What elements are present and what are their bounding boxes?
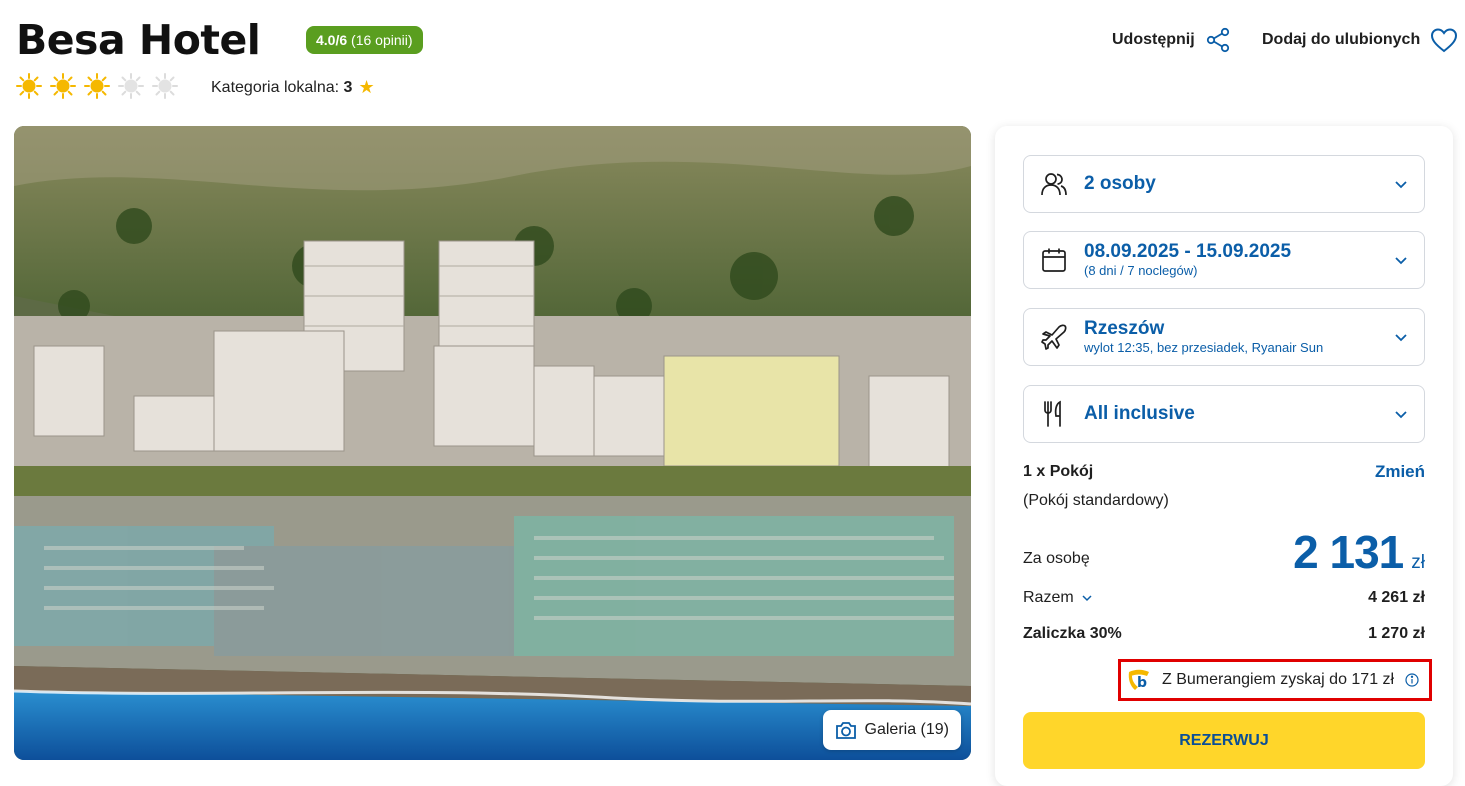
hotel-beach-image [14,126,971,760]
per-person-label: Za osobę [1023,550,1090,567]
favorites-label: Dodaj do ulubionych [1262,31,1421,48]
departure-select[interactable]: Rzeszów wylot 12:35, bez przesiadek, Rya… [1023,308,1425,366]
svg-text:b: b [1137,675,1147,691]
dates-value: 08.09.2025 - 15.09.2025 [1084,241,1292,262]
share-label: Udostępnij [1112,31,1195,48]
chevron-down-icon [1395,256,1407,264]
chevron-down-icon [1082,594,1092,601]
hotel-photo[interactable]: Galeria (19) [14,126,971,760]
per-person-row: Za osobę 2 131 zł [1023,526,1425,578]
info-icon[interactable] [1405,673,1419,687]
dates-sub: (8 dni / 7 noclegów) [1084,263,1198,278]
share-icon [1206,27,1229,53]
sun-filled-icon [50,73,76,99]
room-count: 1 x Pokój [1023,463,1094,480]
total-value: 4 261 zł [1368,589,1425,606]
heart-icon [1431,28,1458,53]
sun-filled-icon [16,73,42,99]
board-value: All inclusive [1084,403,1195,424]
deposit-value: 1 270 zł [1368,625,1425,642]
room-type: (Pokój standardowy) [1023,492,1169,509]
reserve-button[interactable]: REZERWUJ [1023,712,1425,769]
hotel-title: Besa Hotel [16,16,261,64]
bumerang-text: Z Bumerangiem zyskaj do 171 zł [1162,671,1395,688]
board-select[interactable]: All inclusive [1023,385,1425,443]
plane-icon [1041,324,1067,350]
departure-sub: wylot 12:35, bez przesiadek, Ryanair Sun [1084,340,1324,355]
local-category: Kategoria lokalna: 3 ★ [211,77,375,98]
sun-filled-icon [84,73,110,99]
sun-empty-icon [118,73,144,99]
booking-panel: 2 osoby 08.09.2025 - 15.09.2025 (8 dni /… [995,126,1453,786]
departure-city: Rzeszów [1084,318,1165,339]
calendar-icon [1042,248,1066,272]
camera-icon [835,722,856,739]
room-row: 1 x Pokój Zmień [1023,462,1425,482]
total-row: Razem 4 261 zł [1023,589,1425,607]
category-value: 3 [343,79,353,96]
rating-score: 4.0/6 [316,32,348,48]
share-button[interactable]: Udostępnij [1112,27,1231,53]
chevron-down-icon [1395,410,1407,418]
fork-knife-icon [1044,400,1061,427]
total-toggle[interactable]: Razem [1023,589,1092,607]
deposit-label: Zaliczka 30% [1023,625,1122,642]
persons-select[interactable]: 2 osoby [1023,155,1425,213]
bumerang-offer: b Z Bumerangiem zyskaj do 171 zł [1118,659,1432,701]
dates-select[interactable]: 08.09.2025 - 15.09.2025 (8 dni / 7 nocle… [1023,231,1425,289]
chevron-down-icon [1395,333,1407,341]
bumerang-logo-icon: b [1128,669,1149,691]
per-person-price: 2 131 [1293,526,1404,578]
total-label: Razem [1023,589,1074,606]
persons-value: 2 osoby [1084,173,1156,194]
price-currency: zł [1411,552,1425,573]
chevron-down-icon [1395,180,1407,188]
room-type-row: (Pokój standardowy) [1023,492,1425,510]
sun-rating [16,73,178,99]
gallery-label: Galeria (19) [864,721,949,738]
category-label: Kategoria lokalna: [211,79,340,96]
deposit-row: Zaliczka 30% 1 270 zł [1023,625,1425,643]
sun-empty-icon [152,73,178,99]
users-icon [1041,173,1067,196]
star-icon: ★ [358,77,375,97]
rating-badge: 4.0/6 (16 opinii) [306,26,423,54]
rating-count: (16 opinii) [351,32,413,48]
add-to-favorites-button[interactable]: Dodaj do ulubionych [1262,27,1458,53]
change-room-link[interactable]: Zmień [1375,462,1425,482]
gallery-button[interactable]: Galeria (19) [822,710,961,750]
